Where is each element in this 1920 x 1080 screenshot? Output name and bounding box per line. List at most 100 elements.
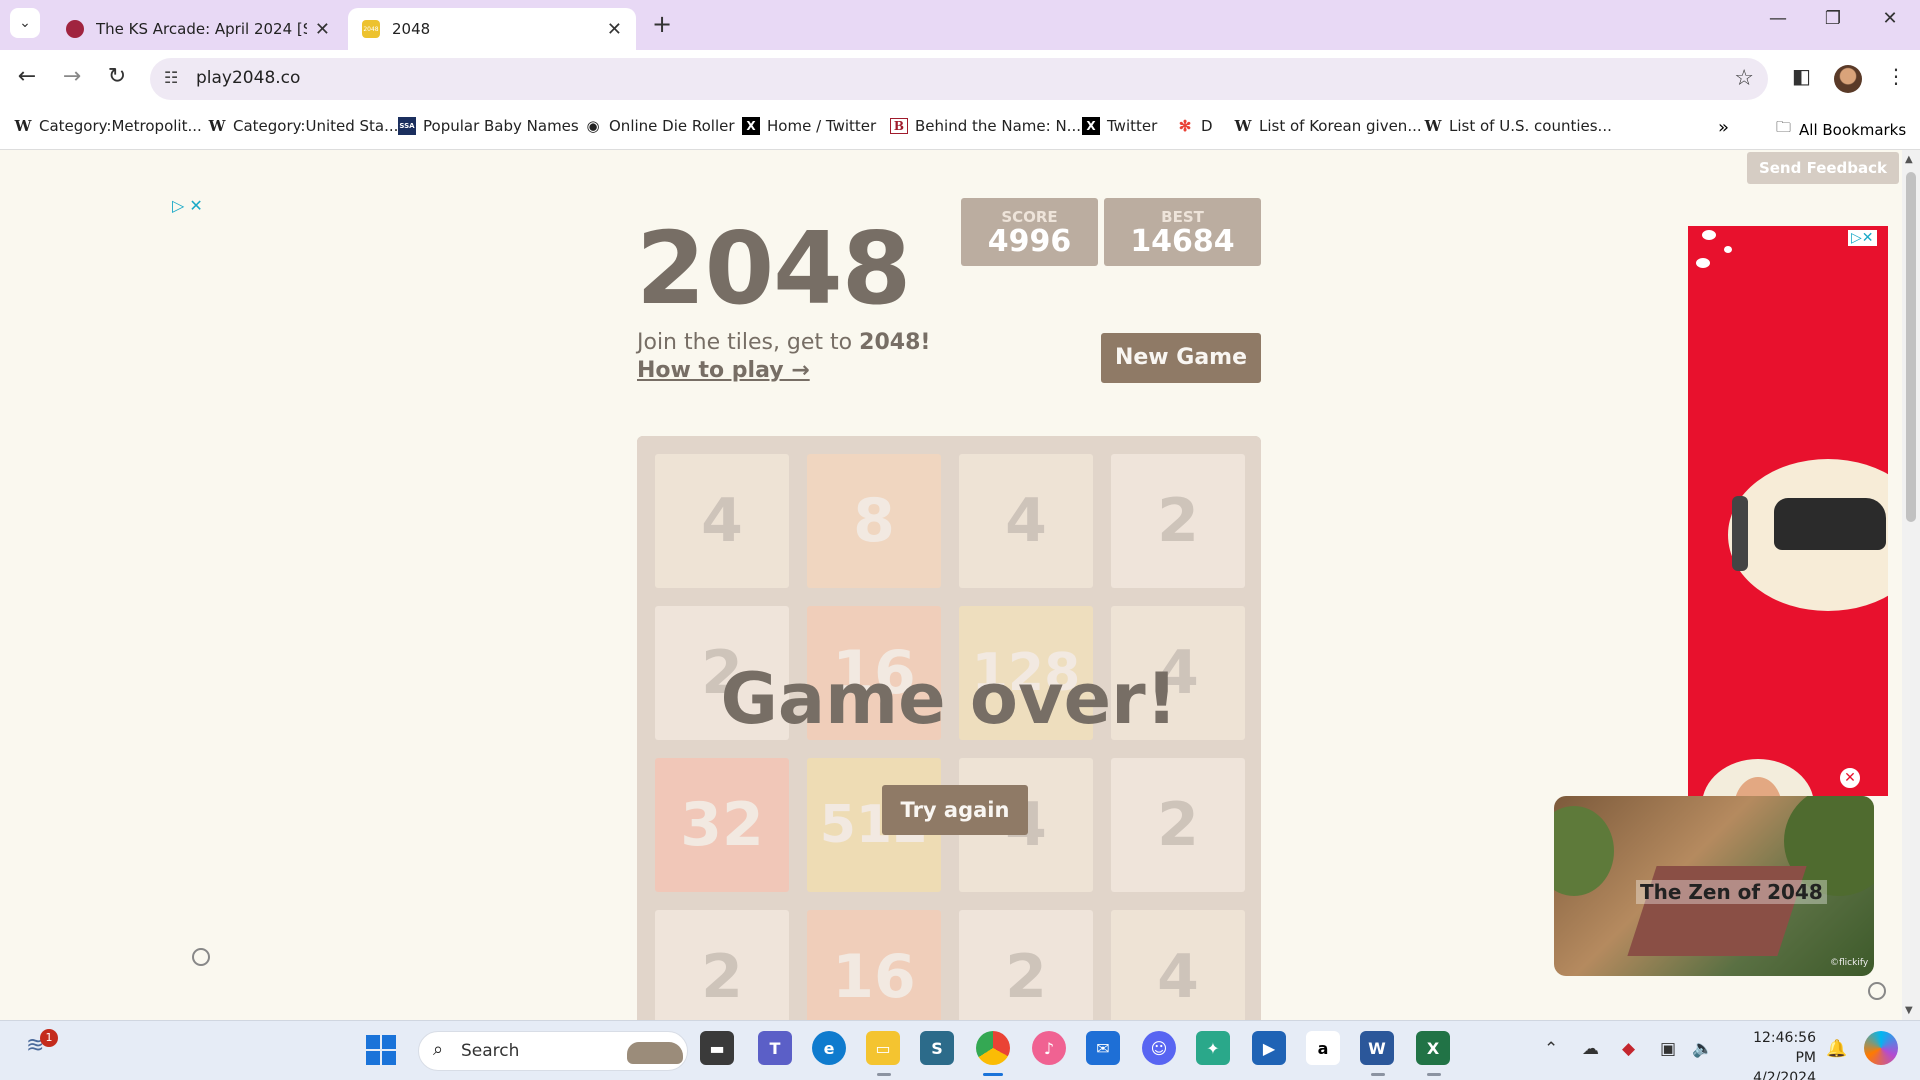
bookmark-label: D (1201, 117, 1213, 135)
bookmark-item[interactable]: ✻ D (1176, 117, 1213, 135)
chevron-down-icon: ⌄ (19, 15, 31, 31)
ad-badge-icon[interactable] (1868, 982, 1886, 1000)
bookmark-item[interactable]: ◉ Online Die Roller (584, 117, 734, 135)
video-ad[interactable]: The Zen of 2048 ©flickify (1554, 796, 1874, 976)
2048-favicon-icon: 2048 (362, 20, 380, 38)
discord-icon[interactable]: ☺ (1142, 1031, 1176, 1065)
car-icon (1774, 498, 1886, 550)
file-explorer-icon[interactable]: ▭ (866, 1031, 900, 1065)
notification-bell-icon[interactable]: 🔔 (1826, 1039, 1847, 1059)
ad-decoration (1702, 230, 1716, 240)
url-text[interactable]: play2048.co (196, 68, 300, 88)
windows-start-icon[interactable] (366, 1035, 396, 1065)
close-tab-icon[interactable]: ✕ (315, 19, 330, 40)
bookmark-label: Home / Twitter (767, 117, 877, 135)
chevron-up-icon[interactable]: ⌃ (1544, 1039, 1558, 1059)
clock-date: 4/2/2024 (1753, 1070, 1816, 1080)
tab-2048[interactable]: 2048 2048 ✕ (348, 8, 636, 50)
amazon-icon[interactable]: a (1306, 1031, 1340, 1065)
running-indicator (1371, 1073, 1385, 1076)
tab-search-button[interactable]: ⌄ (10, 8, 40, 38)
bookmark-star-icon[interactable]: ☆ (1734, 66, 1754, 91)
bookmark-item[interactable]: W Category:United Sta... (208, 117, 399, 135)
scroll-up-icon[interactable]: ▲ (1905, 154, 1913, 165)
bookmark-label: Category:Metropolit... (39, 117, 202, 135)
reload-icon[interactable]: ↻ (102, 64, 132, 89)
all-bookmarks-button[interactable]: 🗀 All Bookmarks (1776, 117, 1906, 142)
address-bar[interactable]: ☷ play2048.co ☆ (150, 58, 1768, 100)
chrome-icon[interactable] (976, 1031, 1010, 1065)
best-value: 14684 (1130, 224, 1235, 259)
notification-badge: 1 (40, 1029, 58, 1047)
profile-avatar[interactable] (1834, 65, 1862, 93)
side-panel-icon[interactable]: ◧ (1792, 64, 1811, 88)
scroll-thumb[interactable] (1906, 172, 1916, 522)
bookmark-item[interactable]: B Behind the Name: N... (890, 117, 1081, 135)
bookmark-item[interactable]: SSA Popular Baby Names (398, 117, 579, 135)
video-ad-title: The Zen of 2048 (1636, 880, 1827, 904)
wikipedia-icon: W (1234, 117, 1252, 135)
fairy-app-icon[interactable]: ✦ (1196, 1031, 1230, 1065)
pinwheel-icon: ✻ (1178, 117, 1192, 135)
wikipedia-icon: W (1424, 117, 1442, 135)
teams-icon[interactable]: T (758, 1031, 792, 1065)
new-game-button[interactable]: New Game (1101, 333, 1261, 383)
how-to-play-link[interactable]: How to play → (637, 358, 810, 383)
bookmark-label: Twitter (1107, 117, 1158, 135)
task-view-icon[interactable]: ▬ (700, 1031, 734, 1065)
intro-prefix: Join the tiles, get to (637, 330, 860, 355)
menu-kebab-icon[interactable]: ⋮ (1886, 64, 1906, 88)
face-icon (1734, 777, 1782, 796)
onedrive-icon[interactable]: ☁ (1582, 1039, 1599, 1059)
volume-icon[interactable]: 🔈 (1692, 1039, 1713, 1059)
page-content: Send Feedback ▷ ✕ 2048 SCORE 4996 BEST 1… (0, 150, 1902, 1020)
game-title: 2048 (636, 210, 911, 327)
try-again-button[interactable]: Try again (882, 785, 1028, 835)
dropbox-icon[interactable]: ◆ (1622, 1039, 1635, 1059)
more-bookmarks-icon[interactable]: » (1718, 117, 1729, 138)
wikipedia-icon: W (208, 117, 226, 135)
site-settings-icon[interactable]: ☷ (164, 68, 178, 87)
media-player-icon[interactable]: ▶ (1252, 1031, 1286, 1065)
wikipedia-icon: W (14, 117, 32, 135)
bookmark-item[interactable]: W List of U.S. counties... (1424, 117, 1612, 135)
scroll-down-icon[interactable]: ▼ (1905, 1005, 1913, 1016)
bookmark-item[interactable]: W Category:Metropolit... (14, 117, 202, 135)
ad-face-image (1702, 759, 1814, 796)
close-tab-icon[interactable]: ✕ (607, 19, 622, 40)
back-icon[interactable]: ← (12, 64, 42, 89)
bookmark-item[interactable]: W List of Korean given... (1234, 117, 1422, 135)
ad-decoration (1696, 258, 1710, 268)
forward-icon[interactable]: → (57, 64, 87, 89)
copilot-icon[interactable] (1864, 1031, 1898, 1065)
minimize-icon[interactable]: — (1758, 8, 1798, 29)
page-scrollbar[interactable]: ▲ ▼ (1902, 150, 1920, 1020)
running-indicator (1427, 1073, 1441, 1076)
tab-ks-arcade[interactable]: The KS Arcade: April 2024 [Solo ✕ (52, 8, 344, 50)
restore-icon[interactable]: ❐ (1813, 8, 1853, 29)
close-video-icon[interactable]: ✕ (1838, 766, 1862, 790)
bookmark-item[interactable]: X Twitter (1082, 117, 1157, 135)
send-feedback-button[interactable]: Send Feedback (1747, 152, 1899, 184)
clock[interactable]: 12:46:56 PM 4/2/2024 (1734, 1028, 1816, 1080)
edge-icon[interactable]: e (812, 1031, 846, 1065)
adchoices-icon[interactable]: ▷ ✕ (172, 196, 203, 215)
new-tab-button[interactable]: + (652, 10, 672, 38)
search-placeholder: Search (461, 1041, 520, 1061)
close-window-icon[interactable]: ✕ (1870, 8, 1910, 29)
taskbar-search[interactable]: ⌕ Search (418, 1031, 688, 1071)
mail-icon[interactable]: ✉ (1086, 1031, 1120, 1065)
right-banner-ad[interactable] (1688, 226, 1888, 796)
ad-decoration (1724, 246, 1732, 253)
best-box: BEST 14684 (1104, 198, 1261, 266)
word-icon[interactable]: W (1360, 1031, 1394, 1065)
ad-badge-icon[interactable] (192, 948, 210, 966)
adchoices-icon[interactable]: ▷✕ (1848, 230, 1877, 246)
sumatra-icon[interactable]: S (920, 1031, 954, 1065)
bookmark-item[interactable]: X Home / Twitter (742, 117, 876, 135)
itunes-icon[interactable]: ♪ (1032, 1031, 1066, 1065)
video-ad-credit: ©flickify (1830, 958, 1869, 968)
score-box: SCORE 4996 (961, 198, 1098, 266)
network-icon[interactable]: ▣ (1660, 1039, 1676, 1059)
excel-icon[interactable]: X (1416, 1031, 1450, 1065)
